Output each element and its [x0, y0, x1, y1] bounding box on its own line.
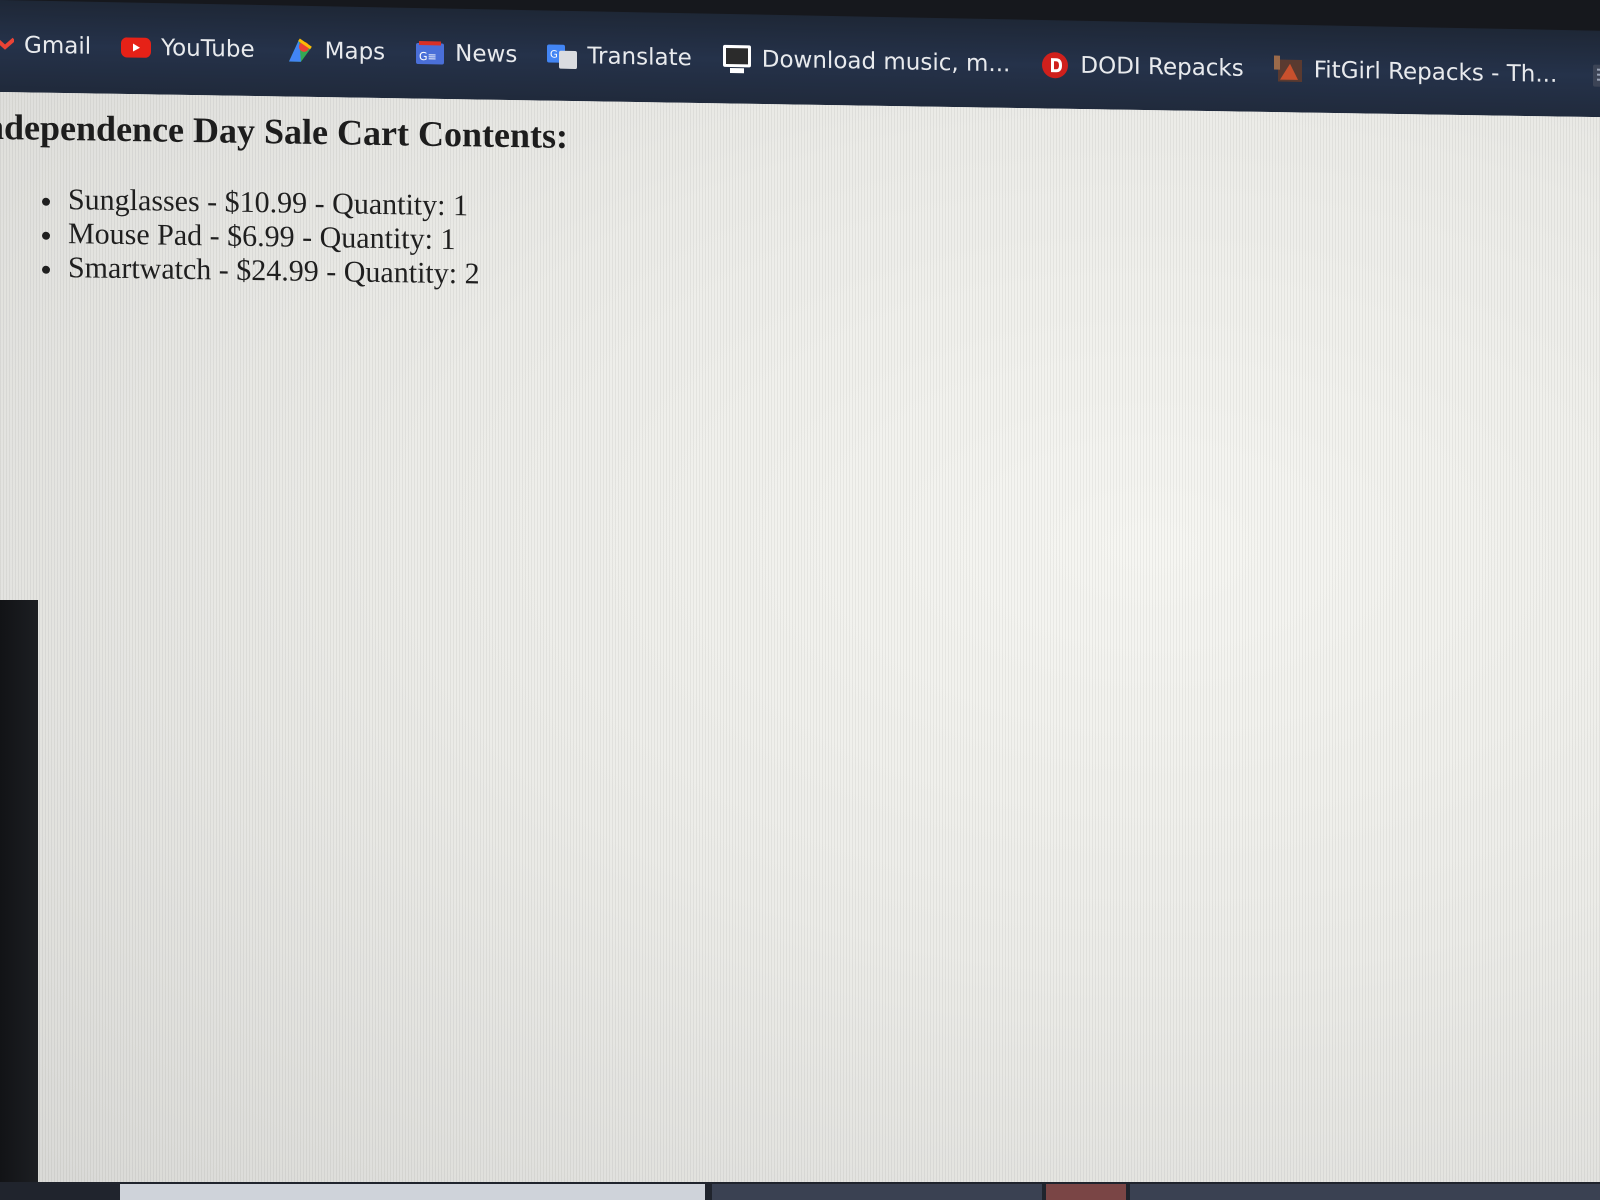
cart-item: Smartwatch - $24.99 - Quantity: 2	[64, 251, 480, 292]
monitor-screen: Gmail YouTube Maps G≡ News G Translate D…	[0, 0, 1600, 1200]
svg-text:G≡: G≡	[419, 50, 437, 63]
bookmark-label: FitGirl Repacks - Th...	[1313, 57, 1558, 88]
bookmark-label: Download music, m...	[761, 46, 1011, 78]
taskbar-segment	[712, 1184, 1042, 1200]
bookmark-dodi-repacks[interactable]: DODI Repacks	[1040, 52, 1244, 82]
svg-text:G: G	[550, 50, 558, 61]
taskbar-segment	[1130, 1184, 1600, 1200]
bookmark-label: DODI Repacks	[1080, 52, 1244, 82]
maps-icon	[285, 38, 315, 63]
bookmark-label: News	[455, 40, 518, 68]
fitgirl-icon	[1273, 55, 1304, 82]
news-icon: G≡	[415, 41, 445, 66]
bookmark-label: Maps	[324, 38, 386, 66]
bookmark-news[interactable]: G≡ News	[415, 40, 517, 68]
page-title: ndependence Day Sale Cart Contents:	[0, 106, 568, 156]
youtube-icon	[121, 35, 152, 60]
bookmark-youtube[interactable]: YouTube	[121, 34, 255, 63]
bookmark-icon	[1587, 63, 1600, 88]
taskbar-segment	[1046, 1184, 1126, 1200]
bookmark-fitgirl-repacks[interactable]: FitGirl Repacks - Th...	[1273, 55, 1558, 88]
translate-icon: G	[547, 44, 578, 70]
bookmarks-list: Gmail YouTube Maps G≡ News G Translate D…	[0, 32, 1600, 90]
taskbar	[0, 1182, 1600, 1200]
bookmark-label: YouTube	[161, 35, 255, 63]
web-page: ndependence Day Sale Cart Contents: Sung…	[0, 92, 1600, 1200]
download-music-icon	[722, 44, 752, 74]
cart-items-list: Sunglasses - $10.99 - Quantity: 1 Mouse …	[20, 182, 480, 291]
monitor-bezel	[0, 600, 38, 1200]
bookmark-overflow[interactable]: C	[1587, 62, 1600, 89]
bookmark-label: Gmail	[24, 32, 92, 60]
bookmark-maps[interactable]: Maps	[285, 37, 386, 66]
bookmark-download-music[interactable]: Download music, m...	[722, 44, 1011, 78]
taskbar-segment	[120, 1184, 705, 1200]
bookmark-translate[interactable]: G Translate	[547, 43, 692, 72]
bookmark-gmail[interactable]: Gmail	[0, 32, 91, 60]
bookmark-label: Translate	[587, 43, 692, 72]
dodi-icon	[1040, 52, 1070, 79]
gmail-icon	[0, 33, 14, 57]
